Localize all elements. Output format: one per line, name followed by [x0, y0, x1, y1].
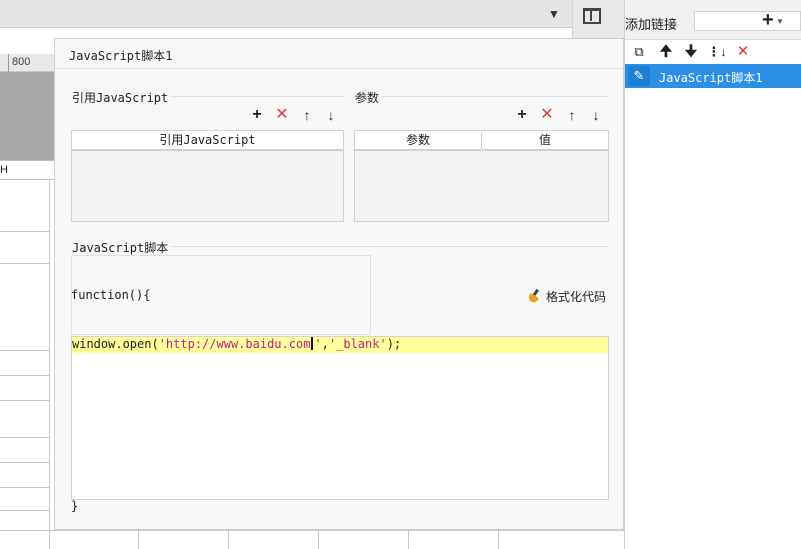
sheet-row: [0, 375, 50, 376]
ruler-label: 800: [12, 56, 31, 68]
ruler: 800: [0, 54, 60, 72]
code-suffix: );: [386, 337, 402, 351]
sheet-row: [0, 263, 50, 264]
dialog-title: JavaScript脚本1: [69, 49, 173, 63]
format-code-label: 格式化代码: [546, 290, 607, 304]
hyperlink-panel-header: 添加链接 + ▼: [625, 0, 801, 40]
format-code-button[interactable]: 格式化代码: [528, 288, 606, 305]
sheet-gray-area: [0, 72, 56, 160]
url-string-end: ': [314, 337, 322, 351]
js-script-section-label: JavaScript脚本: [72, 239, 171, 256]
hyperlink-toolbar: ⧉ 🠉 🠋 ⋮↓ ✕: [625, 40, 801, 64]
code-line[interactable]: window.open('http://www.baidu.com ','_bla…: [72, 337, 608, 353]
delete-icon[interactable]: ✕: [733, 42, 753, 62]
javascript-dialog: JavaScript脚本1 引用JavaScript + ✕ ↑ ↓ 引用Jav…: [54, 38, 624, 530]
delete-param-button[interactable]: ✕: [538, 106, 556, 124]
delete-ref-button[interactable]: ✕: [273, 106, 291, 124]
add-link-dropdown[interactable]: + ▼: [694, 9, 801, 31]
function-close: }: [71, 499, 79, 513]
sheet-gridline: [49, 180, 50, 549]
param-column-header[interactable]: 参数: [355, 131, 481, 151]
move-down-param-button[interactable]: ↓: [587, 106, 605, 124]
value-column-header[interactable]: 值: [482, 131, 608, 151]
column-header-label: H: [0, 164, 8, 176]
move-down-ref-button[interactable]: ↓: [322, 106, 340, 124]
target-string: '_blank': [328, 337, 387, 351]
hyperlink-panel: 添加链接 + ▼ ⧉ 🠉 🠋 ⋮↓ ✕ ✎ JavaScript脚本1: [624, 0, 801, 549]
sheet-row: [0, 487, 50, 488]
ref-js-section-label: 引用JavaScript: [72, 89, 171, 106]
column-header: H: [0, 160, 56, 180]
sheet-row: [0, 462, 50, 463]
params-section-label: 参数: [355, 89, 382, 106]
params-table[interactable]: 参数 值: [354, 130, 609, 222]
sheet-row: [0, 231, 50, 232]
hyperlink-panel-title: 添加链接: [625, 17, 678, 32]
function-header: function(){: [71, 288, 151, 302]
move-up-param-button[interactable]: ↑: [563, 106, 581, 124]
broom-icon: [528, 289, 542, 303]
sheet-row: [0, 350, 50, 351]
sheet-row: [0, 400, 50, 401]
arrow-down-icon[interactable]: 🠋: [681, 42, 701, 62]
add-param-button[interactable]: +: [513, 106, 531, 124]
title-separator: [55, 68, 623, 69]
sheet-row: [0, 437, 50, 438]
filter-icon[interactable]: ▼: [548, 7, 562, 21]
move-up-ref-button[interactable]: ↑: [298, 106, 316, 124]
plus-icon: +: [762, 9, 774, 31]
code-editor[interactable]: window.open('http://www.baidu.com ','_bla…: [71, 336, 609, 500]
section-divider: [354, 96, 609, 97]
list-item-selected[interactable]: ✎ JavaScript脚本1: [625, 64, 801, 88]
sheet-bottom-row: [0, 530, 624, 549]
url-string: 'http://www.baidu.com: [158, 337, 311, 351]
ref-js-column-header[interactable]: 引用JavaScript: [72, 131, 343, 151]
add-ref-button[interactable]: +: [248, 106, 266, 124]
move-bottom-icon[interactable]: ⋮↓: [707, 42, 727, 62]
code-prefix: window.open(: [72, 337, 159, 351]
code-separator: ,: [321, 337, 329, 351]
ref-js-table[interactable]: 引用JavaScript: [71, 130, 344, 222]
chevron-down-icon: ▼: [776, 17, 784, 26]
sheet-row: [0, 510, 50, 511]
pencil-icon: ✎: [628, 66, 650, 86]
copy-icon[interactable]: ⧉: [629, 42, 649, 62]
top-toolbar: [0, 0, 572, 28]
arrow-up-icon[interactable]: 🠉: [656, 42, 676, 62]
layout-icon[interactable]: [583, 8, 601, 24]
list-item-label: JavaScript脚本1: [659, 71, 763, 85]
